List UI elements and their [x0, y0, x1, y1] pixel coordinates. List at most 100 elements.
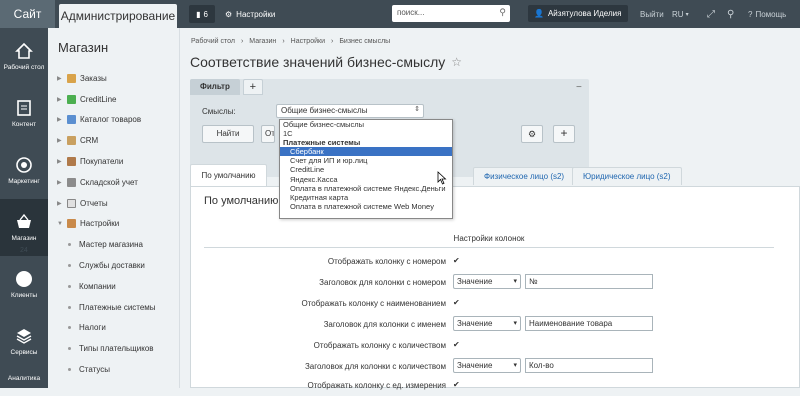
notifications[interactable]: ▮ 6: [189, 5, 215, 23]
dropdown-option[interactable]: 1С: [280, 129, 452, 138]
value-input[interactable]: №: [525, 274, 653, 289]
tab-default[interactable]: По умолчанию: [190, 164, 267, 186]
menu-subitem-payer-types[interactable]: Типы плательщиков: [48, 338, 179, 359]
tab-admin[interactable]: Администрирование: [59, 4, 177, 28]
dropdown-option[interactable]: Яндекс.Касса: [280, 175, 452, 184]
settings-link[interactable]: ⚙ Настройки: [225, 10, 275, 19]
search-icon[interactable]: ⚲: [499, 7, 506, 18]
menu-subitem-companies[interactable]: Компании: [48, 276, 179, 297]
meaning-select[interactable]: Общие бизнес-смыслы ⇕: [276, 104, 424, 118]
value-type-select[interactable]: Значение ▾: [453, 274, 521, 289]
row-label: Заголовок для колонки с именем: [323, 320, 446, 329]
menu-item-creditline[interactable]: ▶ CreditLine: [48, 89, 179, 110]
nav-label: Сервисы: [10, 348, 38, 356]
tab-physical[interactable]: Физическое лицо (s2): [473, 167, 576, 185]
form-row: Отображать колонку с ед. измерения ✔: [191, 375, 800, 396]
menu-subitem-delivery[interactable]: Службы доставки: [48, 255, 179, 276]
basket-icon: [17, 213, 31, 228]
dropdown-option[interactable]: Общие бизнес-смыслы: [280, 120, 452, 129]
nav-content[interactable]: Контент: [0, 85, 48, 142]
menu-subitem-statuses[interactable]: Статусы: [48, 359, 179, 380]
value-input[interactable]: Кол-во: [525, 358, 653, 373]
meaning-dropdown-list: Общие бизнес-смыслы 1С Платежные системы…: [279, 119, 453, 219]
row-label: Отображать колонку с ед. измерения: [307, 381, 446, 390]
menu-item-warehouse[interactable]: ▶ Складской учет: [48, 172, 179, 193]
logout-link[interactable]: Выйти: [640, 0, 664, 28]
expand-arrow-icon[interactable]: ▶: [57, 137, 63, 144]
help-link[interactable]: ? Помощь: [748, 0, 786, 28]
home-icon: [15, 42, 33, 59]
bullet-icon: [68, 264, 71, 268]
form-row: Заголовок для колонки с номером Значение…: [191, 272, 800, 293]
collapse-filter-icon[interactable]: −: [576, 82, 582, 93]
expand-arrow-icon[interactable]: ▶: [57, 116, 63, 123]
collapse-arrow-icon[interactable]: ▼: [57, 221, 63, 227]
row-label: Отображать колонку с наименованием: [301, 299, 446, 308]
filter-tab[interactable]: Фильтр: [190, 79, 240, 95]
checkbox-checked[interactable]: ✔: [453, 257, 461, 265]
add-filter-tab-button[interactable]: +: [242, 79, 263, 95]
expand-arrow-icon[interactable]: ▶: [57, 75, 63, 82]
breadcrumb-separator-icon: ›: [282, 38, 285, 45]
expand-arrow-icon[interactable]: ▶: [57, 179, 63, 186]
language-label: RU: [672, 9, 684, 19]
menu-item-orders[interactable]: ▶ Заказы: [48, 68, 179, 89]
value-type-select[interactable]: Значение ▾: [453, 358, 521, 373]
checkbox-checked[interactable]: ✔: [453, 341, 461, 349]
nav-desktop[interactable]: Рабочий стол: [0, 28, 48, 85]
menu-subitem-wizard[interactable]: Мастер магазина: [48, 234, 179, 255]
menu-item-crm[interactable]: ▶ CRM: [48, 130, 179, 151]
menu-subitem-payment-systems[interactable]: Платежные системы: [48, 297, 179, 318]
filter-settings-button[interactable]: ⚙: [521, 125, 543, 143]
user-menu[interactable]: 👤 Айзятулова Иделия: [528, 5, 628, 22]
menu-subitem-taxes[interactable]: Налоги: [48, 318, 179, 339]
nav-services[interactable]: Сервисы: [0, 313, 48, 370]
value-type-select[interactable]: Значение ▾: [453, 316, 521, 331]
menu-item-settings[interactable]: ▼ Настройки: [48, 214, 179, 235]
tab-site[interactable]: Сайт: [0, 0, 55, 28]
user-name: Айзятулова Иделия: [547, 9, 622, 18]
notifications-badge[interactable]: ▮ 6: [189, 5, 215, 23]
breadcrumb-item[interactable]: Настройки: [291, 38, 325, 45]
language-select[interactable]: RU ▾: [672, 0, 689, 28]
nav-label: Магазин: [11, 234, 37, 242]
tab-legal[interactable]: Юридическое лицо (s2): [572, 167, 682, 185]
value-input[interactable]: Наименование товара: [525, 316, 653, 331]
checkbox-checked[interactable]: ✔: [453, 299, 461, 307]
menu-item-label: Складской учет: [80, 177, 138, 187]
dropdown-option[interactable]: Кредитная карта: [280, 193, 452, 202]
menu-item-customers[interactable]: ▶ Покупатели: [48, 151, 179, 172]
nav-marketing[interactable]: Маркетинг: [0, 142, 48, 199]
breadcrumb-item[interactable]: Магазин: [249, 38, 276, 45]
expand-icon[interactable]: ⤢: [707, 0, 715, 28]
select-value: Значение: [457, 277, 493, 286]
dropdown-option[interactable]: Оплата в платежной системе Web Money: [280, 202, 452, 211]
breadcrumb-item[interactable]: Рабочий стол: [191, 38, 235, 45]
dropdown-option[interactable]: Оплата в платежной системе Яндекс.Деньги: [280, 184, 452, 193]
form-row: Отображать колонку с количеством ✔: [191, 335, 800, 356]
find-button[interactable]: Найти: [202, 125, 254, 143]
select-value: Значение: [457, 319, 493, 328]
document-icon: [17, 99, 31, 116]
section-menu: Магазин ▶ Заказы ▶ CreditLine ▶ Каталог тов…: [48, 28, 180, 388]
breadcrumb-item[interactable]: Бизнес смыслы: [339, 38, 390, 45]
expand-arrow-icon[interactable]: ▶: [57, 96, 63, 103]
dropdown-option[interactable]: Счет для ИП и юр.лиц: [280, 156, 452, 165]
dropdown-option[interactable]: CreditLine: [280, 165, 452, 174]
expand-arrow-icon[interactable]: ▶: [57, 158, 63, 165]
expand-arrow-icon[interactable]: ▶: [57, 200, 63, 207]
pin-icon[interactable]: ⚲: [727, 0, 734, 28]
add-filter-button[interactable]: +: [553, 125, 575, 143]
dropdown-option-selected[interactable]: Сбербанк: [280, 147, 452, 157]
nav-analytics[interactable]: Аналитика: [0, 370, 48, 388]
menu-subitem-label: Службы доставки: [79, 261, 145, 271]
menu-item-label: Каталог товаров: [80, 115, 142, 125]
star-icon[interactable]: ☆: [451, 55, 462, 69]
search-input[interactable]: поиск... ⚲: [392, 5, 510, 22]
reset-button[interactable]: Отменить: [261, 125, 275, 143]
row-label: Заголовок для колонки с номером: [319, 278, 446, 287]
menu-item-reports[interactable]: ▶ Отчеты: [48, 193, 179, 214]
nav-label: Рабочий стол: [3, 63, 45, 71]
menu-item-catalog[interactable]: ▶ Каталог товаров: [48, 110, 179, 131]
nav-clients[interactable]: Клиенты: [0, 256, 48, 313]
